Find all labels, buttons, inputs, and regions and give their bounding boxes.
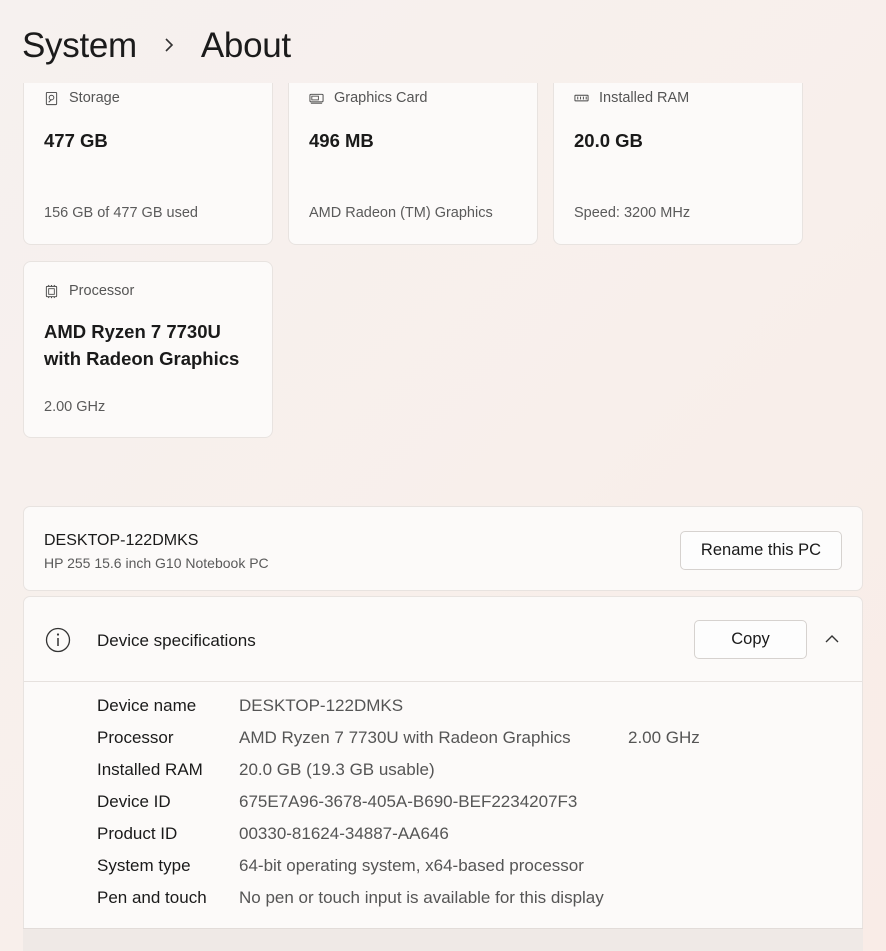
spec-value: 00330-81624-34887-AA646 — [239, 824, 449, 843]
breadcrumb-system[interactable]: System — [22, 26, 137, 66]
rename-pc-button[interactable]: Rename this PC — [680, 531, 842, 570]
spec-extra-value: 2.00 GHz — [628, 728, 700, 747]
chevron-up-icon[interactable] — [824, 631, 840, 647]
processor-icon — [45, 284, 58, 298]
spec-key: Installed RAM — [97, 760, 203, 779]
spec-value: 675E7A96-3678-405A-B690-BEF2234207F3 — [239, 792, 578, 811]
next-panel-edge — [23, 928, 863, 951]
spec-key: Pen and touch — [97, 888, 207, 907]
spec-key: Processor — [97, 728, 174, 747]
card-value: 20.0 GB — [574, 130, 643, 151]
copy-button[interactable]: Copy — [694, 620, 807, 659]
storage-card: Storage 477 GB 156 GB of 477 GB used — [23, 83, 273, 245]
device-specifications-header[interactable]: Device specifications Copy — [24, 597, 862, 682]
spec-key: System type — [97, 856, 191, 875]
spec-value: DESKTOP-122DMKS — [239, 696, 404, 715]
card-subtext: AMD Radeon (TM) Graphics — [309, 205, 493, 221]
spec-key: Product ID — [97, 824, 178, 843]
processor-card: Processor AMD Ryzen 7 7730U with Radeon … — [23, 261, 273, 438]
card-value-line1: AMD Ryzen 7 7730U — [44, 321, 221, 342]
pc-name: DESKTOP-122DMKS — [44, 532, 199, 549]
card-subtext: 2.00 GHz — [44, 399, 106, 415]
installed-ram-card: Installed RAM 20.0 GB Speed: 3200 MHz — [553, 83, 803, 245]
card-label: Installed RAM — [599, 90, 690, 106]
card-label: Processor — [69, 283, 135, 299]
graphics-card-card: Graphics Card 496 MB AMD Radeon (TM) Gra… — [288, 83, 538, 245]
info-icon — [45, 627, 71, 653]
breadcrumb: System About — [22, 24, 291, 68]
graphics-card-icon — [309, 93, 324, 104]
page-title: About — [200, 26, 291, 65]
content-scroll-area[interactable]: Storage 477 GB 156 GB of 477 GB used Gra… — [0, 83, 886, 951]
card-subtext: 156 GB of 477 GB used — [44, 205, 198, 221]
spec-key: Device name — [97, 696, 197, 715]
card-label: Graphics Card — [334, 90, 428, 106]
card-value: AMD Ryzen 7 7730U with Radeon Graphics — [44, 318, 239, 372]
card-value: 496 MB — [309, 130, 374, 151]
card-label: Storage — [69, 90, 120, 106]
pc-name-panel: DESKTOP-122DMKS HP 255 15.6 inch G10 Not… — [23, 506, 863, 591]
spec-value: 20.0 GB (19.3 GB usable) — [239, 760, 435, 779]
chevron-right-icon — [151, 33, 187, 59]
card-subtext: Speed: 3200 MHz — [574, 205, 691, 221]
spec-value: 64-bit operating system, x64-based proce… — [239, 856, 584, 875]
spec-key: Device ID — [97, 792, 171, 811]
device-specifications-title: Device specifications — [97, 631, 256, 650]
pc-model: HP 255 15.6 inch G10 Notebook PC — [44, 555, 269, 571]
spec-value: AMD Ryzen 7 7730U with Radeon Graphics — [239, 728, 571, 747]
card-value: 477 GB — [44, 130, 108, 151]
ram-icon — [574, 94, 589, 101]
device-specifications-panel: Device specifications Copy Device name D… — [23, 596, 863, 951]
card-value-line2: with Radeon Graphics — [44, 348, 240, 369]
storage-icon — [45, 91, 58, 105]
spec-value: No pen or touch input is available for t… — [239, 888, 604, 907]
